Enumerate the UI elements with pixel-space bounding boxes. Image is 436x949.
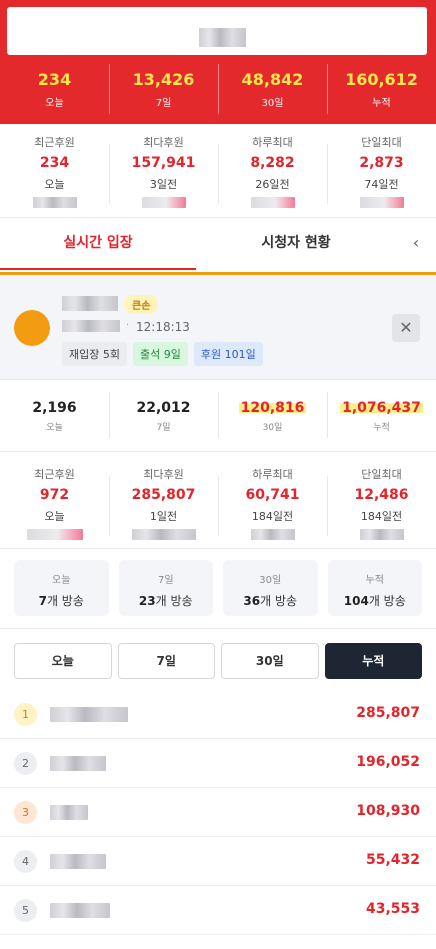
ranking-row[interactable]: 5 43,553 (0, 886, 436, 935)
total-all: 160,612 누적 (327, 62, 436, 122)
period-button-7d[interactable]: 7일 (117, 643, 215, 679)
blurred-donor-name (50, 854, 106, 869)
donation-amount: 108,930 (356, 803, 420, 819)
close-icon[interactable]: ✕ (392, 314, 420, 342)
entry-time: 12:18:13 (136, 320, 190, 334)
blurred-donor-name (50, 707, 128, 722)
viewer-donation-stats: 2,196 오늘 22,012 7일 120,816 30일 1,076,437… (0, 392, 436, 442)
viewer-stat-7d: 22,012 7일 (109, 392, 218, 442)
donor-ranking: 1 285,807 2 196,052 3 108,930 4 55,432 5… (0, 690, 436, 935)
record-recent: 최근후원 234 오늘 (0, 134, 109, 214)
attendance-chip: 출석 9일 (132, 342, 188, 366)
channel-search-box[interactable] (7, 7, 427, 55)
chevron-left-icon[interactable]: ‹ (396, 218, 436, 270)
record-most: 최다후원 157,941 3일전 (109, 134, 218, 214)
blurred-donor-name (141, 197, 186, 208)
rank-badge: 4 (14, 850, 37, 873)
blurred-viewer-id (62, 320, 120, 332)
broadcast-counts: 오늘 7개 방송 7일 23개 방송 30일 36개 방송 누적 104개 방송 (14, 560, 422, 616)
channel-records: 최근후원 234 오늘 최다후원 157,941 3일전 하루최대 8,282 … (0, 134, 436, 214)
blurred-donor-name (250, 197, 295, 208)
stats-header: 234 오늘 13,426 7일 48,842 30일 160,612 누적 (0, 0, 436, 124)
donation-amount: 196,052 (356, 754, 420, 770)
total-30d: 48,842 30일 (218, 62, 327, 122)
blurred-streamer-name (131, 529, 196, 540)
broadcast-count-today: 오늘 7개 방송 (14, 560, 109, 616)
big-spender-badge: 큰손 (124, 295, 159, 314)
viewer-records: 최근후원 972 오늘 최다후원 285,807 1일전 하루최대 60,741… (0, 466, 436, 546)
donation-amount: 285,807 (356, 705, 420, 721)
divider (0, 628, 436, 629)
viewer-card: 큰손 · 12:18:13 재입장 5회 출석 9일 후원 101일 ✕ (0, 276, 436, 380)
blurred-viewer-name (62, 296, 118, 311)
period-button-today[interactable]: 오늘 (14, 643, 112, 679)
ranking-row[interactable]: 2 196,052 (0, 739, 436, 788)
blurred-donor-name (32, 197, 77, 208)
broadcast-count-30d: 30일 36개 방송 (223, 560, 318, 616)
divider (0, 548, 436, 549)
blurred-channel-name (199, 28, 246, 47)
period-selector: 오늘 7일 30일 누적 (14, 643, 422, 679)
record-daily-max: 하루최대 8,282 26일전 (218, 134, 327, 214)
blurred-donor-name (359, 197, 404, 208)
ranking-row[interactable]: 1 285,807 (0, 690, 436, 739)
viewer-stat-30d: 120,816 30일 (218, 392, 327, 442)
rank-badge: 3 (14, 801, 37, 824)
blurred-streamer-name (26, 529, 83, 540)
rank-badge: 2 (14, 752, 37, 775)
accent-divider (0, 272, 436, 275)
donation-amount: 55,432 (365, 852, 420, 868)
separator-dot: · (126, 320, 130, 331)
total-today: 234 오늘 (37, 70, 72, 109)
tab-bar: 실시간 입장 시청자 현황 ‹ (0, 218, 436, 270)
viewer-record-single-max: 단일최대 12,486 184일전 (327, 466, 436, 546)
total-7d: 13,426 7일 (109, 62, 218, 122)
broadcast-count-7d: 7일 23개 방송 (118, 560, 213, 616)
divider (0, 451, 436, 452)
rank-badge: 1 (14, 703, 37, 726)
viewer-chips: 재입장 5회 출석 9일 후원 101일 (62, 342, 263, 366)
rank-badge: 5 (14, 899, 37, 922)
avatar (14, 310, 50, 346)
reentry-chip: 재입장 5회 (62, 342, 127, 366)
period-button-30d[interactable]: 30일 (221, 643, 319, 679)
ranking-row[interactable]: 4 55,432 (0, 837, 436, 886)
viewer-record-recent: 최근후원 972 오늘 (0, 466, 109, 546)
blurred-donor-name (50, 903, 110, 918)
blurred-streamer-name (359, 529, 404, 540)
blurred-donor-name (50, 756, 106, 771)
broadcast-count-all: 누적 104개 방송 (327, 560, 422, 616)
viewer-record-daily-max: 하루최대 60,741 184일전 (218, 466, 327, 546)
viewer-record-most: 최다후원 285,807 1일전 (109, 466, 218, 546)
blurred-donor-name (50, 805, 88, 820)
donation-days-chip: 후원 101일 (193, 342, 263, 366)
record-single-max: 단일최대 2,873 74일전 (327, 134, 436, 214)
donation-totals: 234 오늘 13,426 7일 48,842 30일 160,612 누적 (0, 62, 436, 122)
donation-amount: 43,553 (365, 901, 420, 917)
tab-live-entry[interactable]: 실시간 입장 (0, 218, 196, 270)
viewer-stat-today: 2,196 오늘 (32, 400, 77, 433)
ranking-row[interactable]: 3 108,930 (0, 788, 436, 837)
blurred-streamer-name (250, 529, 295, 540)
period-button-all[interactable]: 누적 (324, 643, 422, 679)
viewer-stat-all: 1,076,437 누적 (327, 392, 436, 442)
tab-viewer-status[interactable]: 시청자 현황 (196, 218, 396, 270)
